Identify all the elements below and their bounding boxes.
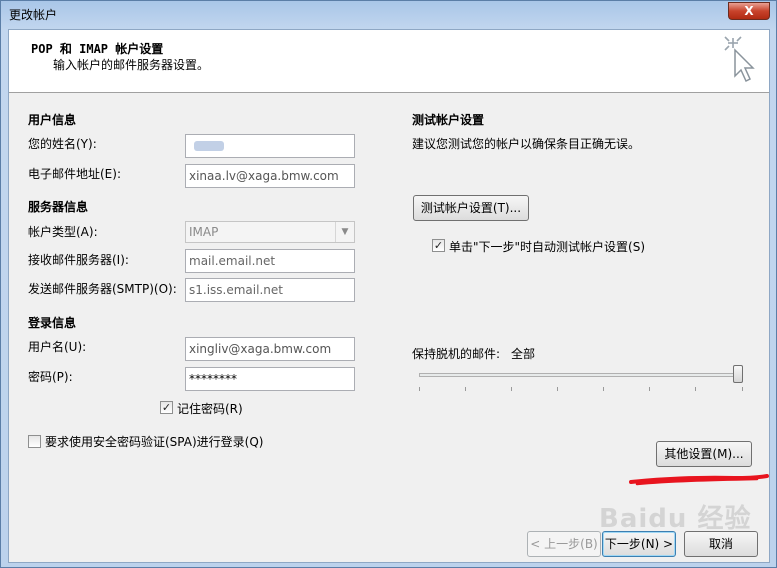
account-type-label: 帐户类型(A): [28,225,98,239]
slider-tick [511,387,512,391]
offline-mail-label: 保持脱机的邮件: [412,347,501,361]
password-input[interactable]: ******** [185,367,355,391]
username-label: 用户名(U): [28,340,87,354]
spa-label: 要求使用安全密码验证(SPA)进行登录(Q) [45,435,264,449]
incoming-server-value: mail.email.net [189,254,276,268]
next-button[interactable]: 下一步(N) > [602,531,676,557]
chevron-down-icon: ▼ [335,222,354,242]
email-input[interactable]: xinaa.lv@xaga.bmw.com [185,164,355,188]
slider-tick [557,387,558,391]
watermark: Baidu 经验 [599,504,752,534]
title-bar[interactable]: 更改帐户 X [1,1,776,29]
spa-checkbox[interactable] [28,435,41,448]
incoming-server-label: 接收邮件服务器(I): [28,253,129,267]
incoming-server-input[interactable]: mail.email.net [185,249,355,273]
slider-tick [419,387,420,391]
change-account-window: 更改帐户 X POP 和 IMAP 帐户设置 输入帐户的邮件服务器设置。 用户信… [0,0,777,568]
cursor-sparkle-icon [724,36,755,83]
outgoing-server-label: 发送邮件服务器(SMTP)(O): [28,282,177,296]
account-type-value: IMAP [189,225,219,239]
auto-test-label: 单击"下一步"时自动测试帐户设置(S) [449,240,646,254]
email-label: 电子邮件地址(E): [28,167,121,181]
test-settings-description: 建议您测试您的帐户以确保条目正确无误。 [412,137,641,151]
outgoing-server-input[interactable]: s1.iss.email.net [185,278,355,302]
remember-password-label: 记住密码(R) [177,402,243,416]
offline-mail-slider-thumb[interactable] [733,365,743,383]
name-input[interactable] [185,134,355,158]
user-info-heading: 用户信息 [28,113,77,127]
back-button[interactable]: < 上一步(B) [527,531,601,557]
dialog-header: POP 和 IMAP 帐户设置 输入帐户的邮件服务器设置。 [9,30,769,93]
outgoing-server-value: s1.iss.email.net [189,283,283,297]
header-subtitle: 输入帐户的邮件服务器设置。 [53,58,210,72]
slider-tick [465,387,466,391]
name-label: 您的姓名(Y): [28,137,97,151]
slider-tick [649,387,650,391]
red-underline-annotation [629,474,769,486]
header-title: POP 和 IMAP 帐户设置 [31,42,164,56]
slider-tick [695,387,696,391]
password-value: ******** [189,372,237,386]
offline-mail-value: 全部 [511,347,536,361]
username-value: xingliv@xaga.bmw.com [189,342,332,356]
slider-tick [603,387,604,391]
auto-test-checkbox[interactable]: ✓ [432,239,445,252]
account-type-select[interactable]: IMAP ▼ [185,221,355,243]
dialog-client-area: POP 和 IMAP 帐户设置 输入帐户的邮件服务器设置。 用户信息 您的姓名(… [8,29,770,563]
slider-tick [742,387,743,391]
password-label: 密码(P): [28,370,73,384]
cancel-button[interactable]: 取消 [684,531,758,557]
email-input-value: xinaa.lv@xaga.bmw.com [189,169,339,183]
test-settings-heading: 测试帐户设置 [412,113,485,127]
offline-mail-slider-track[interactable] [419,373,743,377]
remember-password-checkbox[interactable]: ✓ [160,401,173,414]
redaction-mark [194,141,224,151]
test-account-settings-button[interactable]: 测试帐户设置(T)... [413,195,529,221]
close-button[interactable]: X [728,2,770,20]
username-input[interactable]: xingliv@xaga.bmw.com [185,337,355,361]
more-settings-button[interactable]: 其他设置(M)... [656,441,752,467]
server-info-heading: 服务器信息 [28,200,89,214]
login-info-heading: 登录信息 [28,316,77,330]
window-title: 更改帐户 [9,8,58,22]
